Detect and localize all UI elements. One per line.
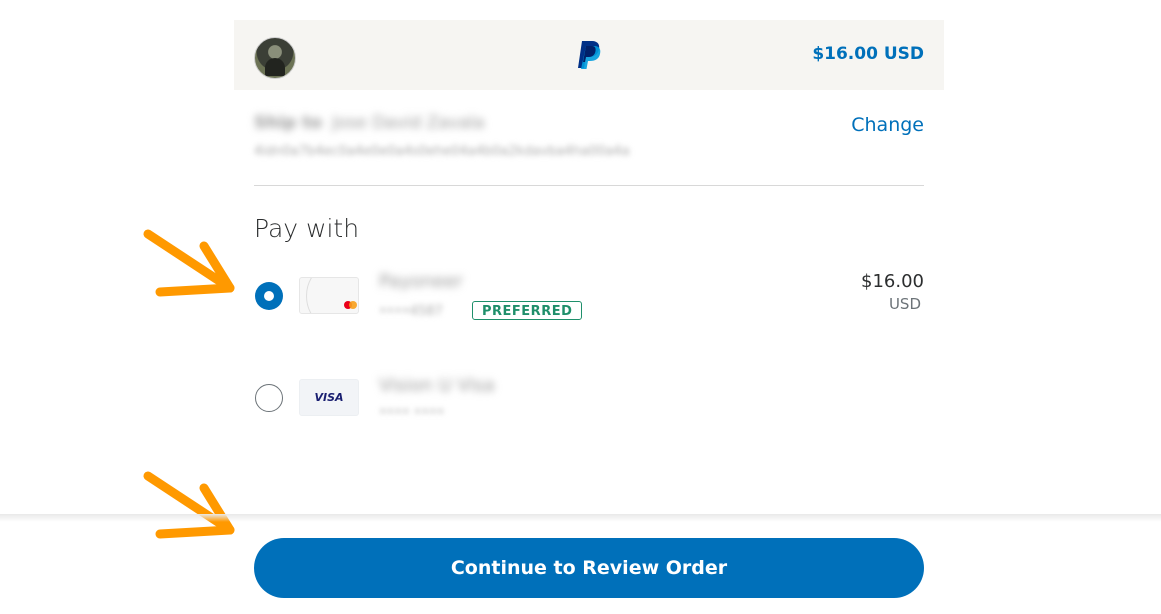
preferred-badge: PREFERRED (472, 301, 583, 320)
payment-amount: $16.00 (861, 271, 924, 292)
footer-shadow (0, 514, 1161, 522)
paypal-logo-icon (578, 41, 601, 69)
ship-to-address: 4idn0a7b4ec0a4e0e0a4s0ehe04a4b0a2kdavba4… (254, 144, 630, 159)
visa-icon: VISA (299, 379, 359, 416)
user-avatar[interactable] (254, 37, 296, 79)
section-divider (254, 185, 924, 186)
ship-to-label: Ship to Jose David Zavala (254, 113, 484, 133)
payment-method-radio-visa[interactable] (255, 384, 283, 412)
ship-to-name: Jose David Zavala (332, 113, 485, 133)
checkout-header: $16.00 USD (234, 20, 944, 90)
pay-with-title: Pay with (254, 214, 360, 243)
annotation-arrow-icon (143, 471, 235, 539)
change-shipping-link[interactable]: Change (851, 114, 924, 136)
payment-method-detail: ••••4587 (379, 304, 443, 319)
payment-currency: USD (888, 295, 921, 313)
payment-method-name: Payoneer (379, 271, 463, 292)
header-total-amount: $16.00 USD (812, 44, 924, 64)
continue-to-review-order-button[interactable]: Continue to Review Order (254, 538, 924, 598)
payment-method-name: Vision U Visa (379, 375, 495, 396)
annotation-arrow-icon (143, 229, 235, 297)
payment-method-radio-payoneer[interactable] (255, 282, 283, 310)
mastercard-icon (299, 277, 359, 314)
payment-method-detail: •••• •••• (379, 405, 445, 420)
ship-to-prefix: Ship to (254, 113, 323, 133)
